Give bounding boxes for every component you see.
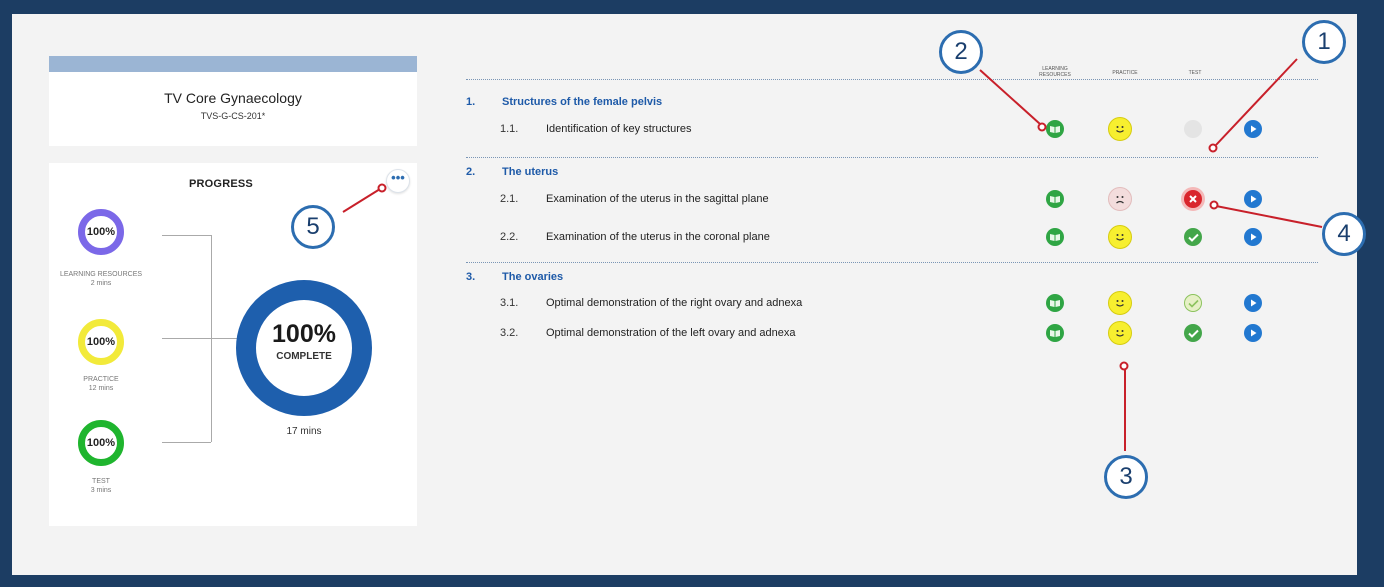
- item-number: 1.1.: [500, 123, 519, 135]
- course-header-bar: [49, 56, 417, 72]
- connector-practice: [162, 338, 237, 339]
- progress-card: PROGRESS ••• 100% LEARNING RESOURCES 2 m…: [49, 163, 417, 526]
- learning-resources-percent: 100%: [86, 226, 116, 238]
- book-icon[interactable]: [1046, 294, 1064, 312]
- practice-time: 12 mins: [88, 385, 114, 392]
- test-passed-light-icon[interactable]: [1184, 294, 1202, 312]
- item-number: 2.1.: [500, 193, 519, 205]
- callout-4: 4: [1322, 212, 1366, 256]
- connector-test: [162, 442, 211, 443]
- item-title[interactable]: Examination of the uterus in the coronal…: [546, 231, 770, 243]
- practice-progress-ring: 100%: [78, 319, 124, 365]
- item-number: 3.2.: [500, 327, 519, 339]
- book-icon[interactable]: [1046, 228, 1064, 246]
- divider-section-3: [466, 262, 1318, 263]
- test-passed-icon[interactable]: [1184, 324, 1202, 342]
- section-title[interactable]: The uterus: [502, 166, 558, 178]
- smiley-happy-icon[interactable]: [1108, 117, 1132, 141]
- test-label-group: TEST 3 mins: [36, 477, 166, 495]
- test-percent: 100%: [86, 437, 116, 449]
- divider-header: [466, 79, 1318, 80]
- overall-progress-ring: 100% COMPLETE: [236, 280, 372, 416]
- smiley-sad-icon[interactable]: [1108, 187, 1132, 211]
- callout-1: 1: [1302, 20, 1346, 64]
- learning-resources-label: LEARNING RESOURCES: [59, 271, 143, 278]
- divider-section-2: [466, 157, 1318, 158]
- section-title[interactable]: Structures of the female pelvis: [502, 96, 662, 108]
- course-code: TVS-G-CS-201*: [200, 111, 266, 121]
- item-number: 3.1.: [500, 297, 519, 309]
- overall-time: 17 mins: [286, 426, 322, 437]
- item-title[interactable]: Identification of key structures: [546, 123, 692, 135]
- overall-percent: 100%: [272, 320, 336, 348]
- book-icon[interactable]: [1046, 324, 1064, 342]
- course-title: TV Core Gynaecology: [164, 90, 302, 106]
- connector-vertical: [211, 235, 212, 442]
- callout-2: 2: [939, 30, 983, 74]
- course-card[interactable]: TV Core Gynaecology TVS-G-CS-201*: [49, 56, 417, 146]
- video-play-icon[interactable]: [1244, 324, 1262, 342]
- connector-learning: [162, 235, 211, 236]
- item-number: 2.2.: [500, 231, 519, 243]
- book-icon[interactable]: [1046, 120, 1064, 138]
- smiley-happy-icon[interactable]: [1108, 291, 1132, 315]
- test-passed-icon[interactable]: [1184, 228, 1202, 246]
- practice-label-group: PRACTICE 12 mins: [36, 375, 166, 393]
- video-play-icon[interactable]: [1244, 228, 1262, 246]
- learning-resources-time: 2 mins: [90, 280, 112, 287]
- item-title[interactable]: Optimal demonstration of the left ovary …: [546, 327, 795, 339]
- video-play-icon[interactable]: [1244, 190, 1262, 208]
- column-header-learning-resources: LEARNING RESOURCES: [1039, 66, 1071, 78]
- video-play-icon[interactable]: [1244, 294, 1262, 312]
- smiley-happy-icon[interactable]: [1108, 321, 1132, 345]
- practice-label: PRACTICE: [83, 376, 119, 383]
- column-header-practice: PRACTICE: [1112, 70, 1138, 76]
- section-number: 2.: [466, 166, 476, 178]
- item-title[interactable]: Examination of the uterus in the sagitta…: [546, 193, 769, 205]
- callout-3: 3: [1104, 455, 1148, 499]
- section-number: 3.: [466, 271, 476, 283]
- test-not-started-icon[interactable]: [1184, 120, 1202, 138]
- test-failed-icon[interactable]: [1184, 190, 1202, 208]
- section-number: 1.: [466, 96, 476, 108]
- test-progress-ring: 100%: [78, 420, 124, 466]
- smiley-happy-icon[interactable]: [1108, 225, 1132, 249]
- book-icon[interactable]: [1046, 190, 1064, 208]
- overall-complete-label: COMPLETE: [276, 351, 332, 362]
- video-play-icon[interactable]: [1244, 120, 1262, 138]
- learning-resources-progress-ring: 100%: [78, 209, 124, 255]
- section-title[interactable]: The ovaries: [502, 271, 563, 283]
- test-label: TEST: [92, 478, 110, 485]
- learning-resources-label-group: LEARNING RESOURCES 2 mins: [36, 270, 166, 288]
- practice-percent: 100%: [86, 336, 116, 348]
- test-time: 3 mins: [90, 487, 112, 494]
- column-header-test: TEST: [1188, 70, 1202, 76]
- callout-5: 5: [291, 205, 335, 249]
- more-options-button[interactable]: •••: [386, 169, 410, 193]
- item-title[interactable]: Optimal demonstration of the right ovary…: [546, 297, 802, 309]
- progress-heading: PROGRESS: [189, 178, 253, 190]
